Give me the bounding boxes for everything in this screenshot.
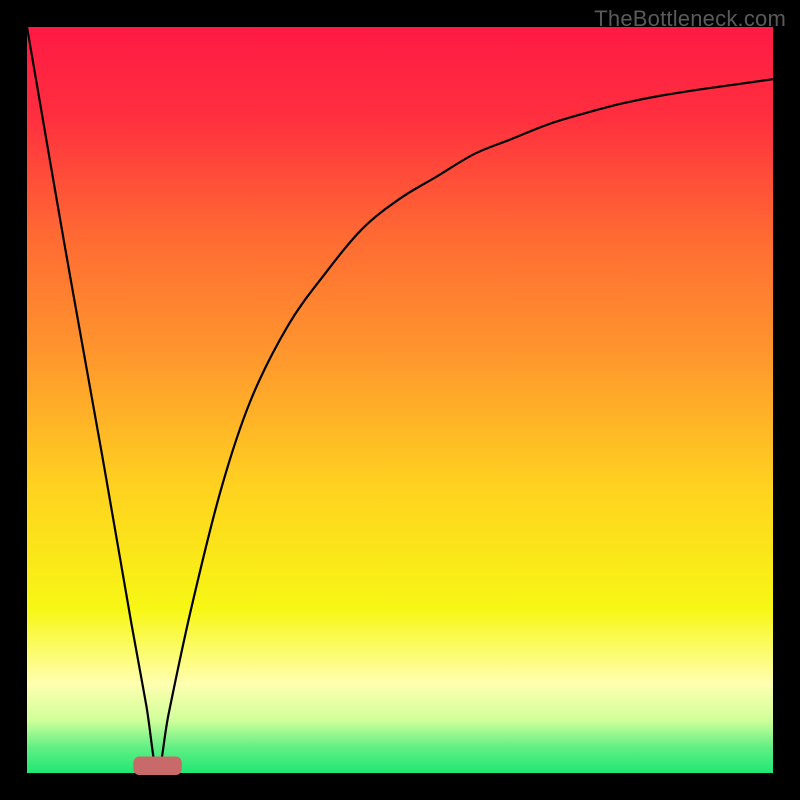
sweet-spot-marker [133,757,181,775]
bottleneck-plot [0,0,800,800]
watermark-text: TheBottleneck.com [594,6,786,32]
chart-frame: TheBottleneck.com [0,0,800,800]
